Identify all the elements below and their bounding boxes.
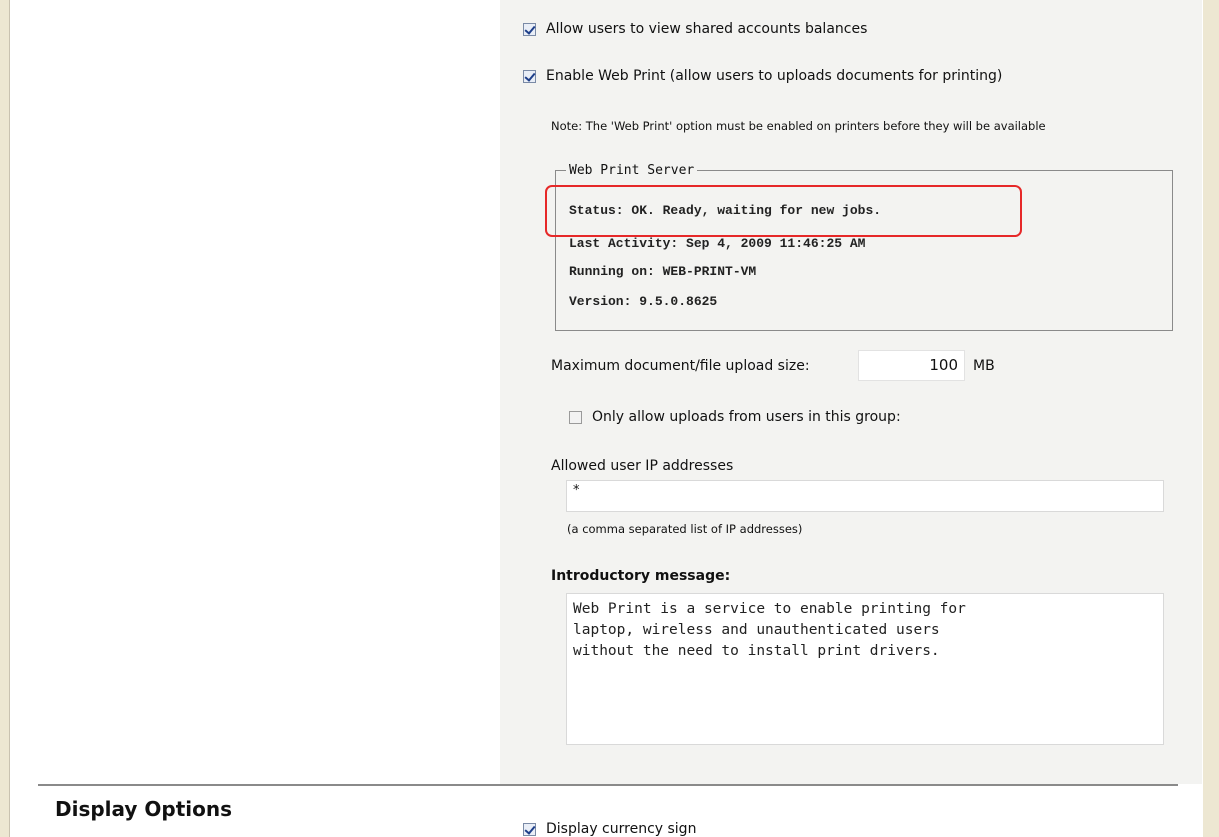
status-highlight-box: [545, 185, 1022, 237]
server-running-on: Running on: WEB-PRINT-VM: [569, 264, 757, 279]
intro-message-textarea[interactable]: Web Print is a service to enable printin…: [566, 593, 1164, 745]
enable-web-print-label: Enable Web Print (allow users to uploads…: [546, 68, 1003, 84]
web-print-note: Note: The 'Web Print' option must be ena…: [551, 119, 1046, 133]
max-upload-size-input[interactable]: 100: [858, 350, 965, 381]
web-print-server-legend: Web Print Server: [569, 163, 695, 178]
section-divider: [38, 784, 1178, 786]
only-group-checkbox[interactable]: [569, 410, 582, 424]
section-label-column: [10, 0, 500, 837]
max-upload-size-unit: MB: [973, 358, 995, 374]
only-group-option[interactable]: Only allow uploads from users in this gr…: [569, 409, 901, 425]
allowed-ip-label: Allowed user IP addresses: [551, 458, 734, 474]
page-left-margin: [0, 0, 9, 837]
view-shared-balances-option[interactable]: Allow users to view shared accounts bala…: [523, 21, 867, 37]
allowed-ip-input[interactable]: *: [566, 480, 1164, 512]
server-last-activity: Last Activity: Sep 4, 2009 11:46:25 AM: [569, 236, 866, 251]
max-upload-size-label: Maximum document/file upload size:: [551, 358, 810, 374]
display-currency-option[interactable]: Display currency sign: [523, 821, 696, 837]
allowed-ip-hint: (a comma separated list of IP addresses): [567, 522, 803, 536]
view-shared-balances-checkbox[interactable]: [523, 22, 536, 36]
display-currency-checkbox[interactable]: [523, 822, 536, 836]
display-currency-label: Display currency sign: [546, 821, 697, 837]
only-group-label: Only allow uploads from users in this gr…: [592, 409, 901, 425]
display-options-heading: Display Options: [55, 797, 233, 821]
server-version: Version: 9.5.0.8625: [569, 294, 718, 309]
page-right-margin: [1203, 0, 1219, 837]
view-shared-balances-label: Allow users to view shared accounts bala…: [546, 21, 868, 37]
enable-web-print-checkbox[interactable]: [523, 69, 536, 83]
intro-message-label: Introductory message:: [551, 568, 731, 584]
enable-web-print-option[interactable]: Enable Web Print (allow users to uploads…: [523, 68, 1002, 84]
